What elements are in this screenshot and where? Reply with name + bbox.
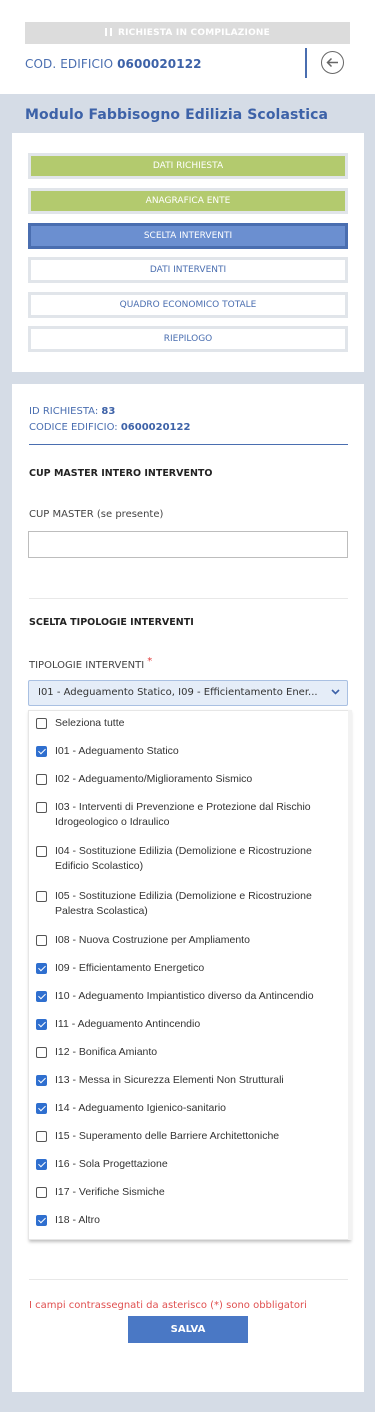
step-riepilogo[interactable]: RIEPILOGO [28, 326, 348, 352]
checkbox[interactable] [36, 1187, 47, 1198]
checkbox[interactable] [36, 1047, 47, 1058]
checkbox[interactable] [36, 891, 47, 902]
step-dati-interventi[interactable]: DATI INTERVENTI [28, 257, 348, 283]
request-id-value: 83 [101, 406, 116, 417]
header-divider [305, 48, 307, 78]
option-label: I15 - Superamento delle Barriere Archite… [55, 1130, 280, 1142]
checkbox[interactable] [36, 1019, 47, 1030]
option-label: I13 - Messa in Sicurezza Elementi Non St… [55, 1074, 284, 1086]
option-label: I02 - Adeguamento/Miglioramento Sismico [55, 773, 253, 785]
request-id: ID RICHIESTA: 83 [29, 406, 115, 417]
arrow-left-icon [326, 57, 338, 68]
option-label: I17 - Verifiche Sismiche [55, 1186, 165, 1198]
divider [29, 598, 348, 599]
option-i11[interactable]: I11 - Adeguamento Antincendio [36, 1017, 341, 1032]
option-label: I01 - Adeguamento Statico [55, 745, 179, 757]
option-i15[interactable]: I15 - Superamento delle Barriere Archite… [36, 1129, 341, 1144]
option-i18[interactable]: I18 - Altro [36, 1213, 341, 1228]
checkbox[interactable] [36, 802, 47, 813]
building-code-label: COD. EDIFICIO [25, 57, 114, 71]
checkbox[interactable] [36, 718, 47, 729]
required-fields-note: I campi contrassegnati da asterisco (*) … [29, 1300, 307, 1311]
step-scelta-interventi[interactable]: SCELTA INTERVENTI [28, 223, 348, 249]
option-label: I09 - Efficientamento Energetico [55, 962, 205, 974]
step-quadro-economico[interactable]: QUADRO ECONOMICO TOTALE [28, 292, 348, 318]
checkbox[interactable] [36, 1159, 47, 1170]
option-i16[interactable]: I16 - Sola Progettazione [36, 1157, 341, 1172]
header-area [0, 0, 375, 94]
option-label: I14 - Adeguamento Igienico-sanitario [55, 1102, 227, 1114]
option-i05[interactable]: I05 - Sostituzione Edilizia (Demolizione… [36, 889, 341, 919]
option-i01[interactable]: I01 - Adeguamento Statico [36, 744, 341, 759]
status-banner: RICHIESTA IN COMPILAZIONE [25, 22, 350, 44]
building-code-info-label: CODICE EDIFICIO: [29, 422, 118, 433]
tipologie-section-title: SCELTA TIPOLOGIE INTERVENTI [29, 617, 194, 628]
option-label: I11 - Adeguamento Antincendio [55, 1018, 201, 1030]
dropdown-scrollbar[interactable] [348, 710, 352, 1240]
form-panel: ID RICHIESTA: 83 CODICE EDIFICIO: 060002… [12, 384, 364, 1392]
option-label: I04 - Sostituzione Edilizia (Demolizione… [55, 845, 312, 872]
option-i17[interactable]: I17 - Verifiche Sismiche [36, 1185, 341, 1200]
page-title: Modulo Fabbisogno Edilizia Scolastica [25, 107, 329, 123]
step-anagrafica-ente[interactable]: ANAGRAFICA ENTE [28, 188, 348, 214]
checkbox[interactable] [36, 935, 47, 946]
status-text: RICHIESTA IN COMPILAZIONE [117, 28, 270, 38]
step-dati-richiesta[interactable]: DATI RICHIESTA [28, 153, 348, 179]
option-label: I08 - Nuova Costruzione per Ampliamento [55, 934, 250, 946]
save-button[interactable]: SALVA [128, 1316, 248, 1343]
checkbox[interactable] [36, 1131, 47, 1142]
option-i13[interactable]: I13 - Messa in Sicurezza Elementi Non St… [36, 1073, 341, 1088]
checkbox[interactable] [36, 963, 47, 974]
option-label: I05 - Sostituzione Edilizia (Demolizione… [55, 890, 312, 917]
option-i04[interactable]: I04 - Sostituzione Edilizia (Demolizione… [36, 844, 341, 874]
option-i03[interactable]: I03 - Interventi di Prevenzione e Protez… [36, 800, 341, 830]
option-i08[interactable]: I08 - Nuova Costruzione per Ampliamento [36, 933, 341, 948]
tipologie-field-label: TIPOLOGIE INTERVENTI * [29, 656, 152, 671]
checkbox[interactable] [36, 1215, 47, 1226]
option-label: I16 - Sola Progettazione [55, 1158, 168, 1170]
required-asterisk: * [147, 656, 153, 667]
option-label: I03 - Interventi di Prevenzione e Protez… [55, 801, 311, 828]
checkbox[interactable] [36, 991, 47, 1002]
option-i02[interactable]: I02 - Adeguamento/Miglioramento Sismico [36, 772, 341, 787]
option-select-all[interactable]: Seleziona tutte [36, 716, 341, 731]
tipologie-select[interactable]: I01 - Adeguamento Statico, I09 - Efficie… [28, 680, 348, 706]
option-i12[interactable]: I12 - Bonifica Amianto [36, 1045, 341, 1060]
tipologie-dropdown-list: Seleziona tutte I01 - Adeguamento Static… [28, 710, 350, 1240]
cup-master-input[interactable] [28, 531, 348, 558]
steps-panel: DATI RICHIESTA ANAGRAFICA ENTE SCELTA IN… [12, 133, 364, 372]
checkbox[interactable] [36, 746, 47, 757]
chevron-down-icon [331, 689, 340, 695]
tipologie-selected-text: I01 - Adeguamento Statico, I09 - Efficie… [38, 687, 318, 698]
divider [29, 444, 348, 445]
checkbox[interactable] [36, 846, 47, 857]
building-code-value: 0600020122 [117, 57, 202, 71]
cup-section-title: CUP MASTER INTERO INTERVENTO [29, 468, 213, 479]
building-code: COD. EDIFICIO 0600020122 [25, 57, 202, 71]
building-code-info-value: 0600020122 [120, 422, 191, 433]
back-button[interactable] [321, 51, 344, 74]
pause-icon [104, 28, 112, 36]
option-i14[interactable]: I14 - Adeguamento Igienico-sanitario [36, 1101, 341, 1116]
tipologie-label-text: TIPOLOGIE INTERVENTI [29, 660, 145, 671]
building-code-info: CODICE EDIFICIO: 0600020122 [29, 422, 190, 433]
option-i09[interactable]: I09 - Efficientamento Energetico [36, 961, 341, 976]
option-i10[interactable]: I10 - Adeguamento Impiantistico diverso … [36, 989, 341, 1004]
checkbox[interactable] [36, 1075, 47, 1086]
divider [29, 1279, 348, 1280]
request-id-label: ID RICHIESTA: [29, 406, 99, 417]
option-label: I18 - Altro [55, 1214, 100, 1226]
option-label: Seleziona tutte [55, 717, 125, 729]
cup-field-label: CUP MASTER (se presente) [29, 509, 164, 520]
option-label: I10 - Adeguamento Impiantistico diverso … [55, 990, 314, 1002]
checkbox[interactable] [36, 1103, 47, 1114]
option-label: I12 - Bonifica Amianto [55, 1046, 158, 1058]
checkbox[interactable] [36, 774, 47, 785]
